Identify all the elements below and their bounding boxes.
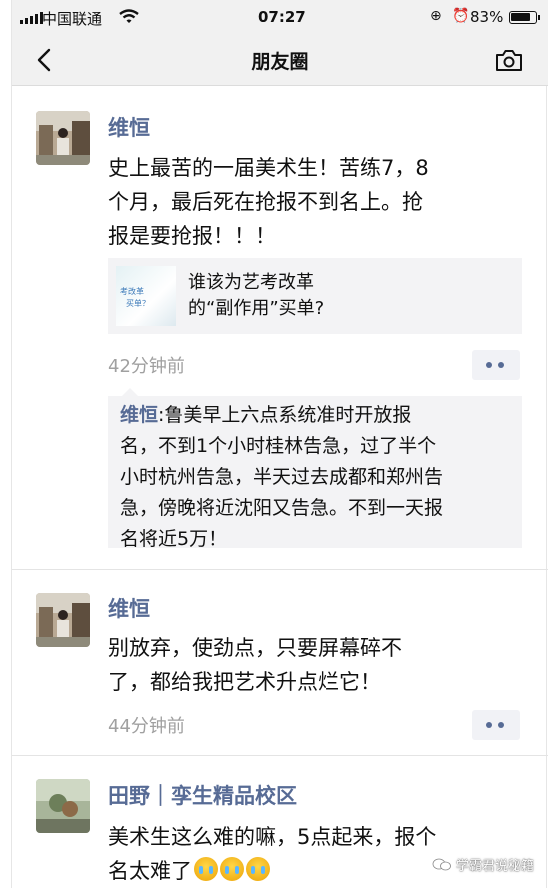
post-text: 美术生这么难的嘛，5点起来，报个 名太难了 — [108, 825, 437, 883]
post-author[interactable]: 田野｜孪生精品校区 — [108, 780, 297, 810]
carrier-name: 中国联通 — [42, 10, 103, 28]
shared-link-card[interactable]: 考改革 买单？ 谁该为艺考改革 的“副作用”买单? — [108, 258, 522, 334]
avatar[interactable] — [36, 779, 90, 833]
wifi-icon — [119, 9, 139, 23]
nav-bar: 朋友圈 — [12, 34, 548, 86]
watermark-text: 学霸君说秘籍 — [456, 859, 535, 874]
comment-box: 维恒:鲁美早上六点系统准时开放报 名，不到1个小时桂林告急，过了半个 小时杭州告… — [108, 388, 522, 550]
wechat-logo-icon — [432, 858, 451, 871]
clock: 07:27 — [258, 8, 306, 26]
post-author[interactable]: 维恒 — [108, 593, 150, 623]
alarm-icon: ⏰ — [452, 8, 470, 24]
camera-icon[interactable] — [494, 46, 524, 74]
crying-emoji-icon — [194, 857, 218, 881]
comment-text: 鲁美早上六点系统准时开放报 名，不到1个小时桂林告急，过了半个 小时杭州告急，半… — [120, 404, 444, 550]
battery-icon — [509, 11, 540, 24]
crying-emoji-icon — [220, 857, 244, 881]
post-text: 史上最苦的一届美术生！苦练7，8 个月，最后死在抢报不到名上。抢 报是要抢报！！… — [108, 156, 429, 248]
page-title: 朋友圈 — [251, 51, 309, 73]
link-title: 谁该为艺考改革 的“副作用”买单? — [188, 272, 325, 319]
avatar[interactable] — [36, 593, 90, 647]
avatar[interactable] — [36, 111, 90, 165]
status-bar: 中国联通 07:27 ⊕ ⏰ 83% — [12, 0, 548, 34]
link-thumbnail: 考改革 买单？ — [116, 266, 176, 326]
watermark: 学霸君说秘籍 — [432, 855, 534, 874]
post-author[interactable]: 维恒 — [108, 112, 150, 142]
screenshot-frame: 中国联通 07:27 ⊕ ⏰ 83% 朋友圈 维恒 史上最苦的一届美术生！苦练7… — [0, 0, 553, 888]
moment-post: 维恒 史上最苦的一届美术生！苦练7，8 个月，最后死在抢报不到名上。抢 报是要抢… — [12, 87, 548, 570]
battery-percent: 83% — [470, 8, 504, 26]
more-options-button[interactable] — [472, 350, 520, 380]
moment-post: 维恒 别放弃，使劲点，只要屏幕碎不 了，都给我把艺术升点烂它！ 44分钟前 — [12, 571, 548, 756]
phone-screen: 中国联通 07:27 ⊕ ⏰ 83% 朋友圈 维恒 史上最苦的一届美术生！苦练7… — [11, 0, 548, 888]
rotation-lock-icon: ⊕ — [430, 8, 442, 24]
crying-emoji-icon — [246, 857, 270, 881]
post-text: 别放弃，使劲点，只要屏幕碎不 了，都给我把艺术升点烂它！ — [108, 636, 402, 694]
post-time: 44分钟前 — [108, 716, 185, 737]
comment[interactable]: 维恒:鲁美早上六点系统准时开放报 名，不到1个小时桂林告急，过了半个 小时杭州告… — [120, 400, 443, 555]
signal-icon — [20, 12, 43, 24]
comment-author[interactable]: 维恒 — [120, 404, 158, 426]
post-time: 42分钟前 — [108, 356, 185, 377]
more-options-button[interactable] — [472, 710, 520, 740]
